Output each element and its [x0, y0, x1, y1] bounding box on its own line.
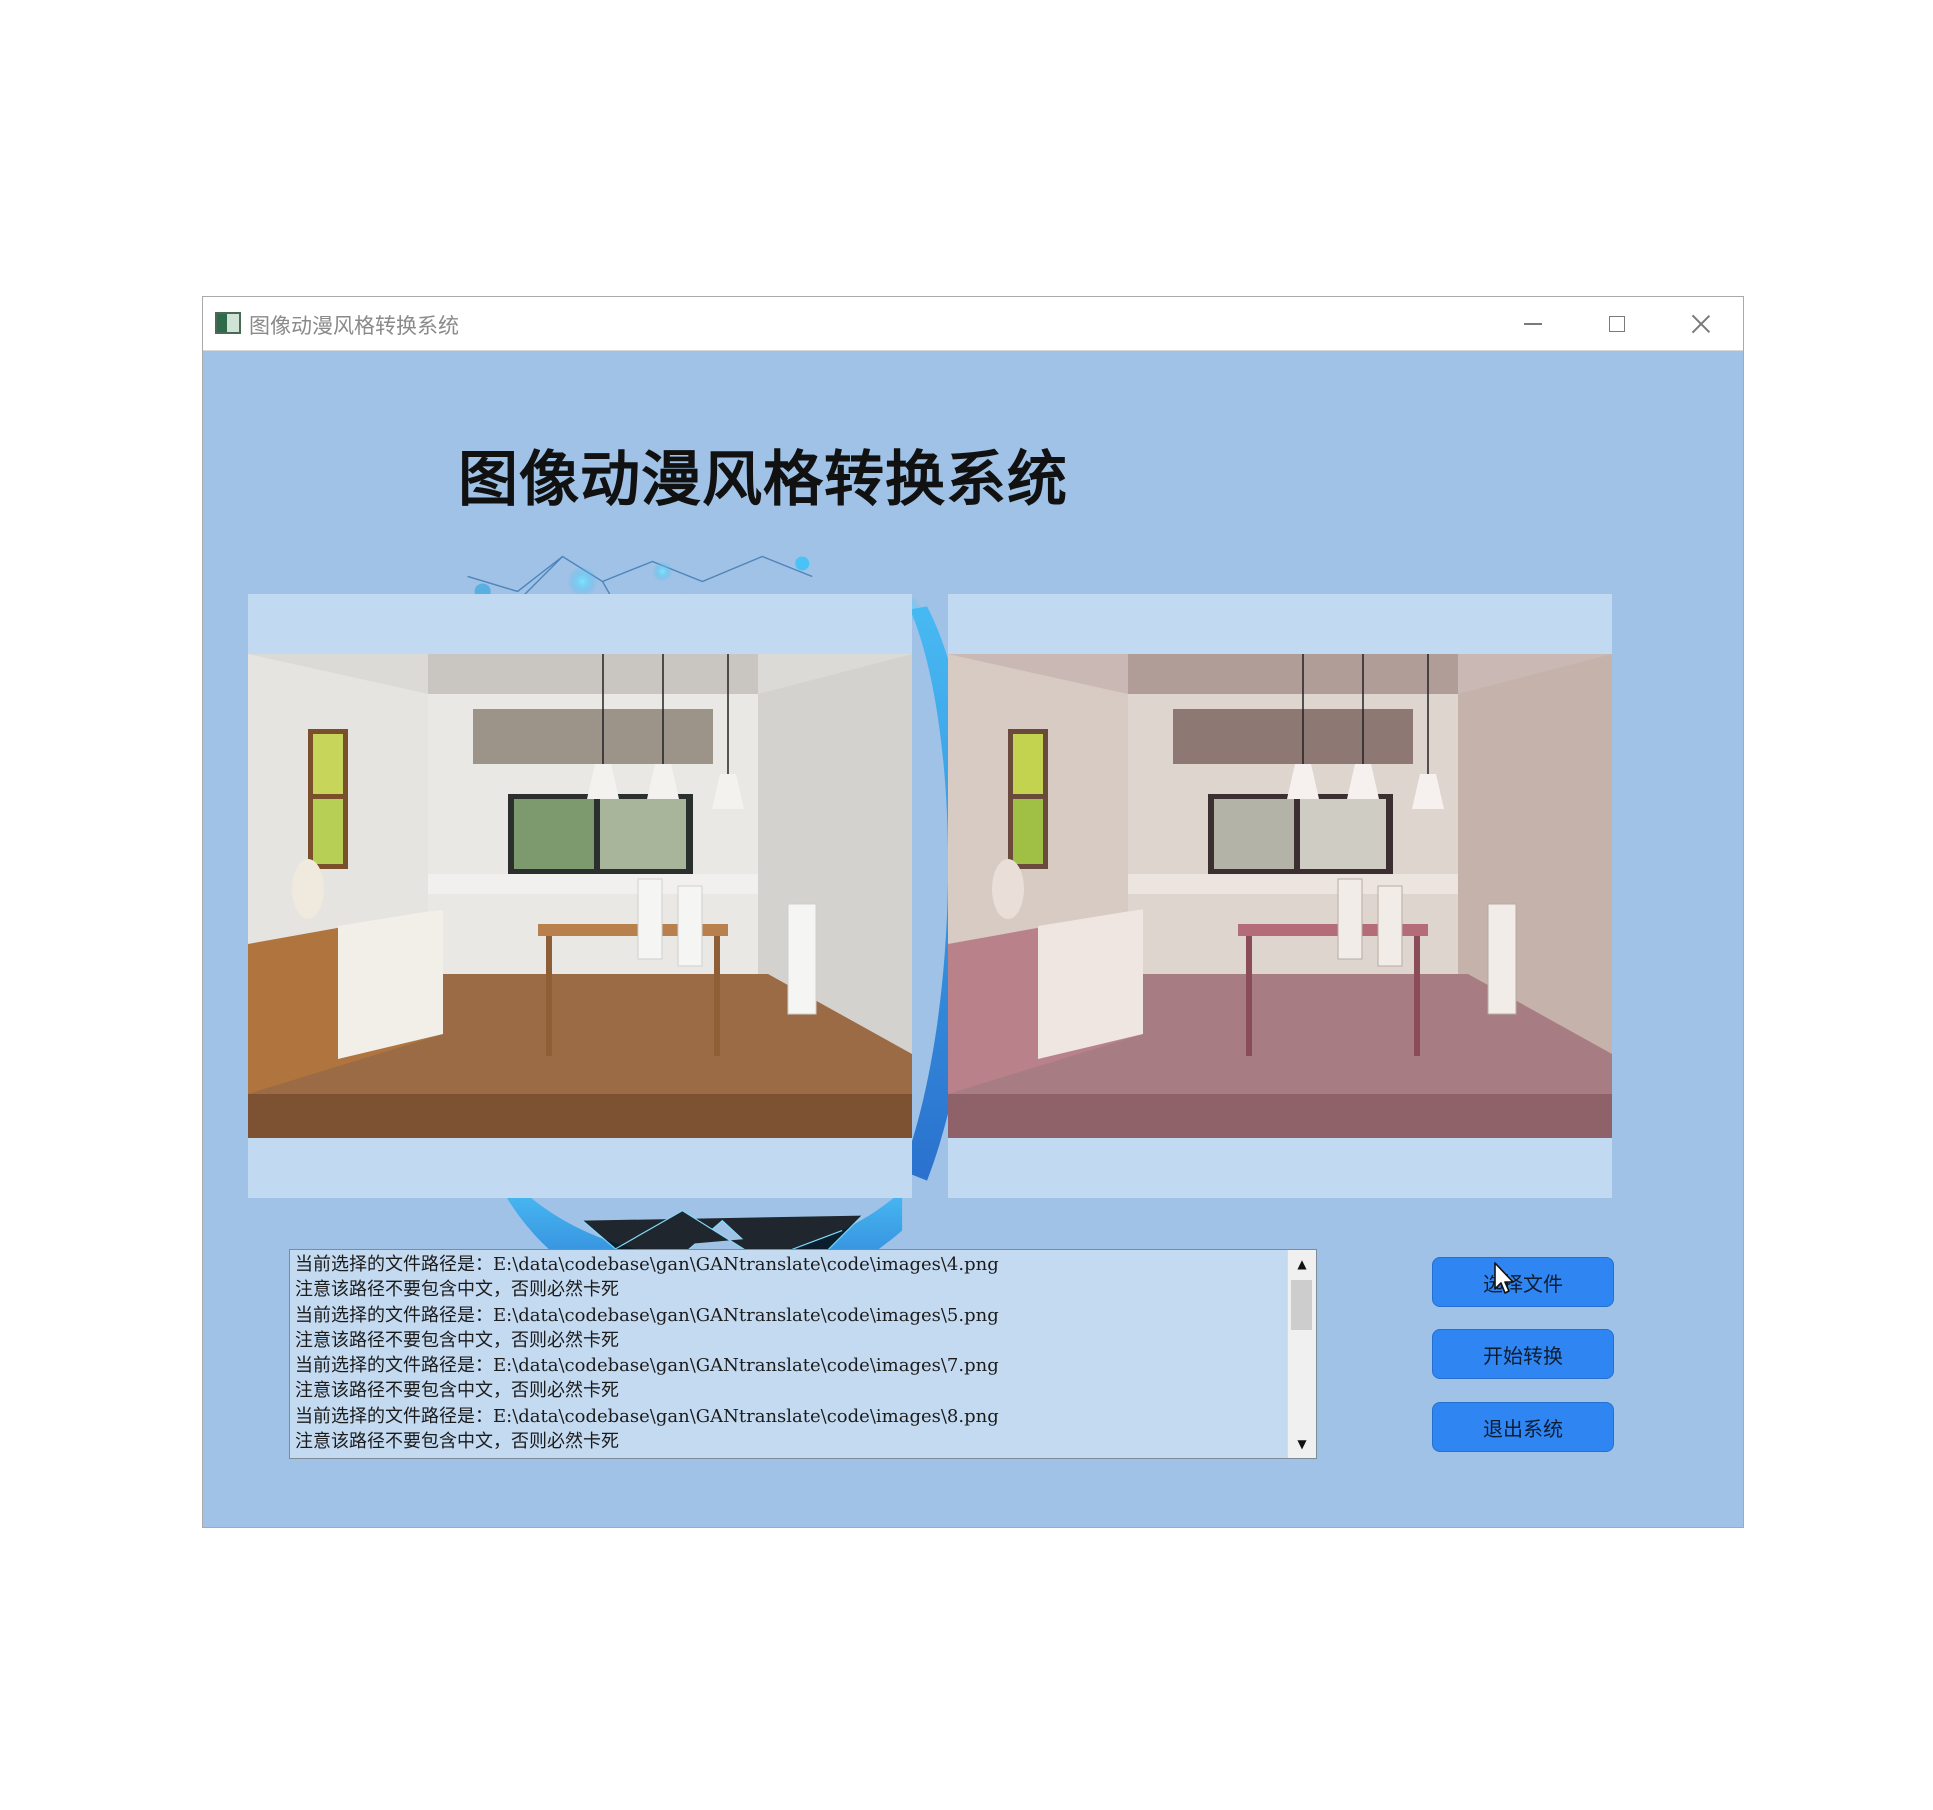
converted-image-panel — [948, 594, 1612, 1198]
log-line: 注意该路径不要包含中文，否则必然卡死 — [295, 1380, 619, 1402]
mouse-cursor-icon — [1494, 1262, 1514, 1294]
start-convert-button[interactable]: 开始转换 — [1432, 1329, 1614, 1379]
converted-image — [948, 654, 1612, 1138]
log-line: 注意该路径不要包含中文，否则必然卡死 — [295, 1279, 619, 1301]
title-bar[interactable]: 图像动漫风格转换系统 — [203, 297, 1743, 351]
maximize-icon — [1609, 316, 1625, 332]
log-line: 当前选择的文件路径是：E:\data\codebase\gan\GANtrans… — [295, 1355, 999, 1377]
log-line: 当前选择的文件路径是：E:\data\codebase\gan\GANtrans… — [295, 1405, 999, 1427]
log-line: 注意该路径不要包含中文，否则必然卡死 — [295, 1329, 619, 1351]
page-title: 图像动漫风格转换系统 — [458, 445, 1068, 515]
scroll-up-arrow-icon[interactable]: ▲ — [1288, 1250, 1316, 1278]
select-file-button[interactable]: 选择文件 — [1432, 1257, 1614, 1307]
log-line: 注意该路径不要包含中文，否则必然卡死 — [295, 1431, 619, 1453]
exit-system-button[interactable]: 退出系统 — [1432, 1402, 1614, 1452]
main-content: 图像动漫风格转换系统 当前选择的文件路径是：E:\data\codebase\g… — [203, 351, 1743, 1527]
close-icon — [1691, 314, 1711, 334]
maximize-button[interactable] — [1575, 297, 1659, 351]
original-image — [248, 654, 912, 1138]
log-scrollbar[interactable]: ▲ ▼ — [1287, 1250, 1316, 1458]
original-image-panel — [248, 594, 912, 1198]
app-window: 图像动漫风格转换系统 图像动漫风格转换系统 当前选择的文件路径是：E:\data… — [202, 296, 1744, 1528]
close-button[interactable] — [1659, 297, 1743, 351]
log-line: 当前选择的文件路径是：E:\data\codebase\gan\GANtrans… — [295, 1304, 999, 1326]
minimize-button[interactable] — [1491, 297, 1575, 351]
log-line: 当前选择的文件路径是：E:\data\codebase\gan\GANtrans… — [295, 1254, 999, 1275]
log-lines: 当前选择的文件路径是：E:\data\codebase\gan\GANtrans… — [295, 1252, 1286, 1454]
minimize-icon — [1524, 323, 1542, 325]
scroll-down-arrow-icon[interactable]: ▼ — [1288, 1430, 1316, 1458]
log-textarea[interactable]: 当前选择的文件路径是：E:\data\codebase\gan\GANtrans… — [289, 1249, 1317, 1459]
app-window-icon — [215, 312, 241, 334]
window-title: 图像动漫风格转换系统 — [249, 314, 459, 338]
scrollbar-thumb[interactable] — [1291, 1280, 1312, 1330]
